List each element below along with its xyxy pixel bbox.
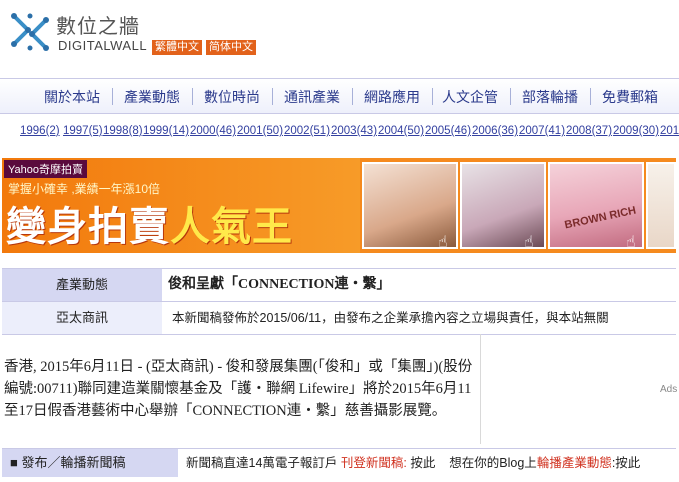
year-link[interactable]: 2001(50) — [237, 125, 283, 137]
nav-item-about[interactable]: 關於本站 — [44, 87, 100, 107]
article-title: 俊和呈獻「CONNECTION連‧繫」 — [168, 277, 391, 292]
year-link[interactable]: 2009(30) — [613, 125, 659, 137]
publish-news-link[interactable]: ■ 發布／輪播新聞稿 — [2, 449, 178, 477]
shirt-text: BROWN RICH — [563, 204, 638, 232]
article-header-row: 產業動態 俊和呈獻「CONNECTION連‧繫」 — [2, 268, 676, 302]
banner-text-area: Yahoo奇摩拍賣 掌握小確幸 ,業績一年漲10倍 變身拍賣人氣王 — [2, 158, 360, 253]
hand-cursor-icon: ☝ — [524, 234, 534, 251]
article-source-row: 亞太商訊 本新聞稿發佈於2015/06/11，由發布之企業承擔內容之立場與責任，… — [2, 302, 676, 335]
year-link[interactable]: 1997(5) — [63, 125, 103, 137]
year-link[interactable]: 2000(46) — [190, 125, 236, 137]
brand-name-en: DIGITALWALL — [58, 38, 148, 53]
year-archive: 1996(2) 1997(5) 1998(8) 1999(14) 2000(46… — [0, 120, 679, 142]
hand-cursor-icon: ☝ — [626, 234, 636, 251]
nav-item-blog[interactable]: 部落輪播 — [522, 87, 578, 107]
year-link[interactable]: 1999(14) — [143, 125, 189, 137]
hand-cursor-icon: ☝ — [438, 234, 448, 251]
year-link[interactable]: 2008(37) — [566, 125, 612, 137]
publish-label: 刊登新聞稿: — [340, 456, 407, 470]
publish-click-link[interactable]: 按此 — [410, 456, 435, 470]
brand-name-cn: 數位之牆 — [56, 16, 140, 38]
article-source: 亞太商訊 — [2, 302, 162, 334]
nav-item-fashion[interactable]: 數位時尚 — [204, 87, 260, 107]
footer-bar: ■ 發布／輪播新聞稿 新聞稿直達14萬電子報訂戶 刊登新聞稿: 按此 想在你的B… — [2, 448, 676, 477]
lang-simplified-link[interactable]: 简体中文 — [206, 40, 256, 55]
nav-item-web[interactable]: 網路應用 — [364, 87, 420, 107]
year-link[interactable]: 1998(8) — [103, 125, 143, 137]
main-nav: 關於本站 產業動態 數位時尚 通訊產業 網路應用 人文企管 部落輪播 免費郵箱 — [0, 78, 679, 114]
year-link[interactable]: 2005(46) — [425, 125, 471, 137]
banner-photo-4 — [646, 162, 676, 249]
article-body: 香港, 2015年6月11日 - (亞太商訊) - 俊和發展集團(「俊和」或「集… — [4, 359, 473, 419]
rotate-news-label: 輪播產業動態 — [536, 456, 612, 470]
footer-promo: 新聞稿直達14萬電子報訂戶 刊登新聞稿: 按此 想在你的Blog上輪播產業動態:… — [186, 456, 641, 470]
year-link[interactable]: 201 — [660, 125, 679, 137]
nav-item-management[interactable]: 人文企管 — [442, 87, 498, 107]
banner-tag: Yahoo奇摩拍賣 — [4, 160, 87, 178]
column-divider — [480, 334, 481, 444]
ads-label: Ads — [660, 384, 678, 395]
rotate-click-link[interactable]: :按此 — [612, 456, 640, 470]
year-link[interactable]: 2003(43) — [331, 125, 377, 137]
ad-banner[interactable]: Yahoo奇摩拍賣 掌握小確幸 ,業績一年漲10倍 變身拍賣人氣王 BROWN … — [2, 158, 676, 253]
nav-item-telecom[interactable]: 通訊產業 — [284, 87, 340, 107]
year-link[interactable]: 2007(41) — [519, 125, 565, 137]
article-disclaimer: 本新聞稿發佈於2015/06/11，由發布之企業承擔內容之立場與責任，與本站無關 — [172, 311, 609, 325]
year-link[interactable]: 2006(36) — [472, 125, 518, 137]
year-link[interactable]: 2004(50) — [378, 125, 424, 137]
year-link[interactable]: 1996(2) — [20, 125, 60, 137]
year-link[interactable]: 2002(51) — [284, 125, 330, 137]
article-category[interactable]: 產業動態 — [2, 269, 162, 301]
lang-traditional-link[interactable]: 繁體中文 — [152, 40, 202, 55]
banner-headline: 變身拍賣人氣王 — [6, 205, 293, 249]
nav-item-mail[interactable]: 免費郵箱 — [602, 87, 658, 107]
logo-icon[interactable] — [8, 10, 52, 54]
nav-item-industry[interactable]: 產業動態 — [124, 87, 180, 107]
